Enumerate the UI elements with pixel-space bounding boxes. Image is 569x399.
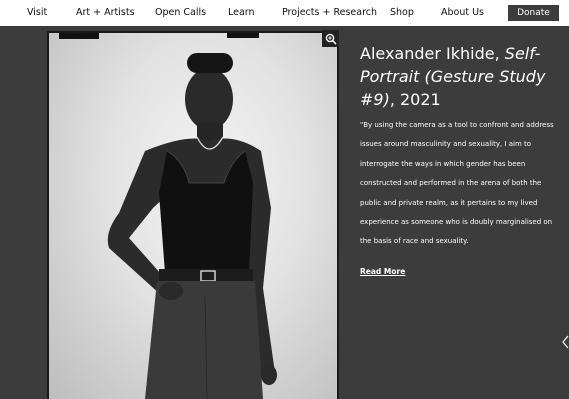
nav-item-learn[interactable]: Learn	[228, 0, 255, 26]
top-navigation: Visit Art + Artists Open Calls Learn Pro…	[0, 0, 569, 26]
nav-item-visit[interactable]: Visit	[27, 0, 47, 26]
artwork-description: "By using the camera as a tool to confro…	[360, 121, 554, 246]
zoom-in-icon[interactable]	[322, 30, 339, 47]
nav-item-open-calls[interactable]: Open Calls	[155, 0, 206, 26]
nav-item-about-us[interactable]: About Us	[441, 0, 484, 26]
artwork-photo[interactable]	[47, 31, 339, 399]
portrait-figure	[59, 33, 277, 399]
artist-name: Alexander Ikhide,	[360, 44, 505, 63]
work-year: , 2021	[389, 90, 441, 109]
photo-canvas	[49, 33, 337, 399]
read-more-link[interactable]: Read More	[360, 267, 405, 276]
nav-item-art-artists[interactable]: Art + Artists	[76, 0, 135, 26]
nav-item-projects-research[interactable]: Projects + Research	[282, 0, 377, 26]
donate-button[interactable]: Donate	[508, 5, 559, 21]
artwork-title: Alexander Ikhide, Self-Portrait (Gesture…	[360, 42, 560, 111]
slider-arrow-icon[interactable]	[561, 335, 569, 349]
nav-item-shop[interactable]: Shop	[390, 0, 414, 26]
